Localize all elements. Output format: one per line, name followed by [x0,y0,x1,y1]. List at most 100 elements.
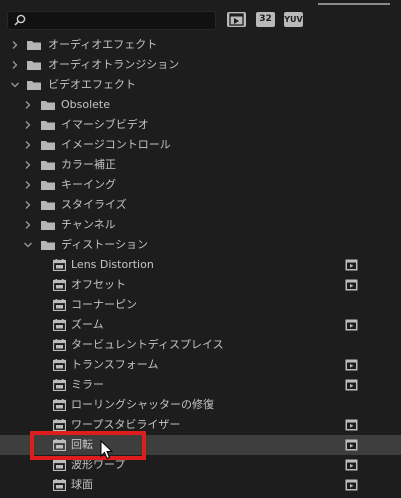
tree-item-label: スタイライズ [61,198,127,211]
tree-effect-row[interactable]: 球面 [0,475,401,495]
tree-effect-row[interactable]: 波形ワープ [0,455,401,475]
folder-icon [41,181,55,190]
video-effect-icon [53,339,66,351]
tree-folder-row[interactable]: キーイング [0,175,401,195]
accelerated-effect-badge-icon [345,279,358,291]
accelerated-effects-filter-button[interactable] [227,12,246,27]
video-effect-icon [53,479,66,491]
video-effect-icon [53,439,66,451]
tree-item-label: ズーム [71,318,104,331]
tree-item-label: イメージコントロール [61,138,171,151]
tree-folder-row[interactable]: Obsolete [0,95,401,115]
video-effect-icon [53,379,66,391]
tree-item-label: タービュレントディスプレイス [71,338,224,351]
tree-folder-row[interactable]: チャンネル [0,215,401,235]
tree-effect-row[interactable]: ミラー [0,375,401,395]
tree-item-label: 球面 [71,478,93,491]
video-effect-icon [53,419,66,431]
chevron-down-icon[interactable] [22,235,34,255]
folder-icon [27,81,41,90]
tree-item-label: オーディオエフェクト [48,38,158,51]
tree-folder-row[interactable]: オーディオエフェクト [0,35,401,55]
tree-item-label: イマーシブビデオ [61,118,149,131]
folder-icon [27,61,41,70]
accelerated-effect-badge-icon [345,259,358,271]
tree-item-label: トランスフォーム [71,358,159,371]
video-effect-icon [53,259,66,271]
chevron-right-icon[interactable] [22,135,34,155]
search-input[interactable] [30,13,210,27]
chevron-right-icon[interactable] [22,215,34,235]
effects-panel: 32 YUV オーディオエフェクトオーディオトランジション ビデオエフェクト Obs… [0,0,401,498]
tree-folder-row[interactable]: ビデオエフェクト [0,75,401,95]
accelerated-effect-badge-icon [345,419,358,431]
tree-item-label: Lens Distortion [71,258,154,271]
chevron-right-icon[interactable] [22,115,34,135]
tree-effect-row[interactable]: オフセット [0,275,401,295]
tree-effect-row[interactable]: Lens Distortion [0,255,401,275]
video-effect-icon [53,299,66,311]
tree-item-label: オーディオトランジション [48,58,180,71]
chevron-down-icon[interactable] [9,75,21,95]
video-effect-icon [53,399,66,411]
tree-effect-row[interactable]: ワープスタビライザー [0,415,401,435]
accelerated-effect-badge-icon [345,359,358,371]
tree-folder-row[interactable]: ディストーション [0,235,401,255]
32-bit-effects-filter-button[interactable]: 32 [256,12,275,27]
search-icon [14,14,26,26]
tree-folder-row[interactable]: カラー補正 [0,155,401,175]
accelerated-effect-badge-icon [345,479,358,491]
tree-folder-row[interactable]: イメージコントロール [0,135,401,155]
folder-icon [41,201,55,210]
tree-folder-row[interactable]: イマーシブビデオ [0,115,401,135]
chevron-right-icon[interactable] [9,55,21,75]
folder-icon [41,141,55,150]
tree-effect-row[interactable]: タービュレントディスプレイス [0,335,401,355]
video-effect-icon [53,459,66,471]
tree-item-label: コーナーピン [71,298,137,311]
video-effect-icon [53,359,66,371]
tree-effect-row[interactable]: 回転 [0,435,401,455]
32-bit-label: 32 [259,14,272,24]
yuv-label: YUV [284,15,303,24]
folder-icon [41,121,55,130]
tree-item-label: ディストーション [61,238,149,251]
mouse-cursor-icon [100,440,114,460]
tree-effect-row[interactable]: ズーム [0,315,401,335]
folder-icon [41,161,55,170]
tree-item-label: カラー補正 [61,158,116,171]
tree-effect-row[interactable]: ローリングシャッターの修復 [0,395,401,415]
tree-item-label: Obsolete [61,98,111,111]
tree-item-label: チャンネル [61,218,116,231]
tree-item-label: ワープスタビライザー [71,418,181,431]
tree-item-label: ビデオエフェクト [48,78,136,91]
chevron-right-icon[interactable] [22,95,34,115]
tree-item-label: キーイング [61,178,116,191]
accelerated-effect-badge-icon [345,439,358,451]
folder-icon [27,41,41,50]
tree-item-label: オフセット [71,278,126,291]
accelerated-effect-badge-icon [345,379,358,391]
video-effect-icon [53,319,66,331]
folder-icon [41,241,55,250]
folder-icon [41,101,55,110]
tree-effect-row[interactable]: トランスフォーム [0,355,401,375]
tree-folder-row[interactable]: オーディオトランジション [0,55,401,75]
accelerated-effect-badge-icon [345,459,358,471]
chevron-right-icon[interactable] [22,155,34,175]
tree-item-label: 回転 [71,438,93,451]
folder-icon [41,221,55,230]
tree-folder-row[interactable]: スタイライズ [0,195,401,215]
tree-item-label: ローリングシャッターの修復 [71,398,214,411]
accelerated-effect-badge-icon [345,319,358,331]
search-field[interactable] [7,11,216,30]
chevron-right-icon[interactable] [22,195,34,215]
tree-item-label: ミラー [71,378,104,391]
chevron-right-icon[interactable] [9,35,21,55]
tree-effect-row[interactable]: コーナーピン [0,295,401,315]
accelerated-effects-icon [229,13,244,26]
tree-item-label: 波形ワープ [71,458,126,471]
video-effect-icon [53,279,66,291]
yuv-effects-filter-button[interactable]: YUV [284,12,303,27]
chevron-right-icon[interactable] [22,175,34,195]
